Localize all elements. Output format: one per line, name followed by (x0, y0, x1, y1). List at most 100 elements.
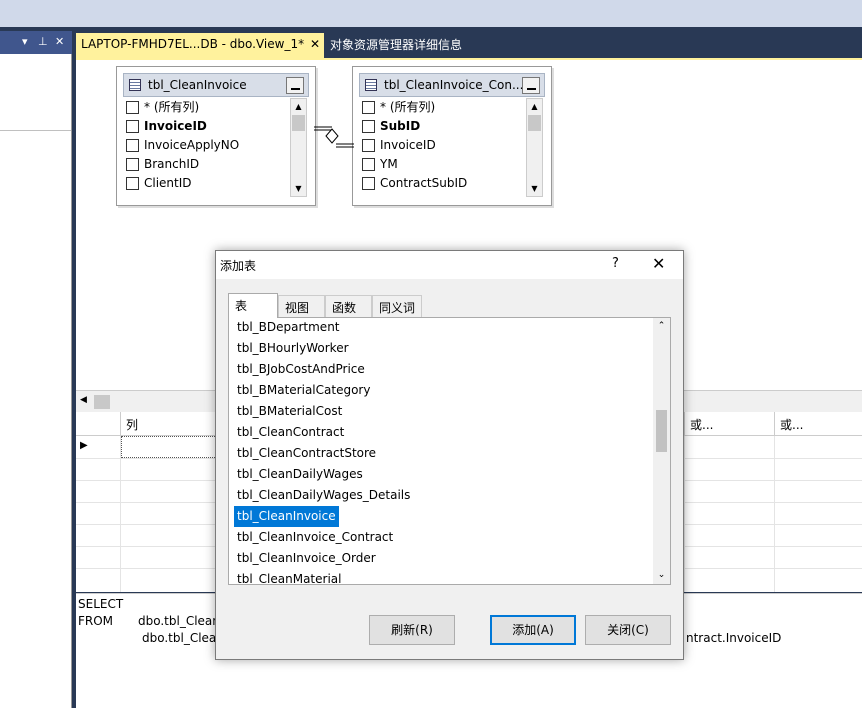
table-list-item[interactable]: tbl_CleanContract (234, 422, 347, 443)
column-header-or-1[interactable]: 或... (684, 412, 774, 436)
refresh-button[interactable]: 刷新(R) (369, 615, 455, 645)
sql-from-table: dbo.tbl_Clean (138, 614, 220, 628)
column-label: ContractSubID (380, 176, 468, 190)
tab-view-designer-label: LAPTOP-FMHD7EL...DB - dbo.View_1* (81, 37, 305, 51)
table-list[interactable]: tbl_BDepartment tbl_BHourlyWorker tbl_BJob… (228, 317, 671, 585)
join-relationship-icon[interactable] (314, 122, 356, 152)
scroll-left-icon[interactable]: ◀ (80, 395, 87, 405)
dialog-titlebar[interactable]: 添加表 ? ✕ (216, 251, 683, 279)
minimize-icon[interactable] (286, 77, 304, 94)
column-row[interactable]: BranchID (125, 155, 285, 174)
column-row[interactable]: InvoiceApplyNO (125, 136, 285, 155)
sql-join-table: dbo.tbl_Clea (142, 631, 217, 645)
column-row[interactable]: ContractSubID (361, 174, 521, 193)
close-icon[interactable]: ✕ (652, 254, 665, 273)
panel-close-icon[interactable]: ✕ (55, 35, 64, 48)
table-list-item[interactable]: tbl_CleanContractStore (234, 443, 379, 464)
column-row[interactable]: InvoiceID (125, 117, 285, 136)
table-list-item[interactable]: tbl_CleanMaterial (234, 569, 344, 583)
column-row[interactable]: * (所有列) (361, 98, 521, 117)
close-tab-icon[interactable]: ✕ (310, 37, 320, 51)
column-checkbox[interactable] (126, 101, 139, 114)
column-checkbox[interactable] (362, 120, 375, 133)
menu-bar-area (0, 0, 862, 27)
table-list-item[interactable]: tbl_CleanInvoice_Contract (234, 527, 396, 548)
scroll-thumb[interactable] (656, 410, 667, 452)
left-panel-header: ▾ ⊥ ✕ (0, 31, 72, 54)
table-box-scrollbar[interactable]: ▲ ▼ (526, 98, 543, 197)
panel-dropdown-icon[interactable]: ▾ (22, 35, 28, 48)
column-label: * (所有列) (380, 100, 436, 114)
scroll-thumb[interactable] (94, 395, 110, 409)
sql-from-keyword: FROM (78, 614, 114, 628)
table-list-item[interactable]: tbl_CleanDailyWages (234, 464, 366, 485)
table-icon (365, 79, 377, 91)
table-box-title: tbl_CleanInvoice_Con... (384, 78, 524, 92)
column-row[interactable]: YM (361, 155, 521, 174)
grid-col-divider (120, 436, 121, 592)
table-list-item[interactable]: tbl_BMaterialCost (234, 401, 345, 422)
column-row[interactable]: SubID (361, 117, 521, 136)
tab-synonyms[interactable]: 同义词 (372, 295, 422, 317)
column-label: BranchID (144, 157, 200, 171)
tab-view-designer[interactable]: LAPTOP-FMHD7EL...DB - dbo.View_1* ✕ (76, 33, 324, 58)
panel-divider (0, 130, 71, 131)
table-list-item[interactable]: tbl_BMaterialCategory (234, 380, 373, 401)
column-header-or-2[interactable]: 或... (774, 412, 862, 436)
minimize-icon[interactable] (522, 77, 540, 94)
pin-icon[interactable]: ⊥ (38, 35, 48, 48)
column-checkbox[interactable] (362, 177, 375, 190)
scroll-down-icon[interactable]: ▼ (291, 181, 306, 196)
table-list-item[interactable]: tbl_CleanInvoice_Order (234, 548, 379, 569)
column-checkbox[interactable] (126, 139, 139, 152)
sql-join-condition: ntract.InvoiceID (686, 631, 782, 645)
add-table-dialog[interactable]: 添加表 ? ✕ 表 视图 函数 同义词 tbl_BDepartment tbl_B… (215, 250, 684, 660)
sql-select-keyword: SELECT (78, 597, 124, 611)
tab-tables[interactable]: 表 (228, 293, 278, 318)
column-label: * (所有列) (144, 100, 200, 114)
scroll-up-icon[interactable]: ▲ (527, 99, 542, 114)
table-list-item[interactable]: tbl_CleanDailyWages_Details (234, 485, 413, 506)
scroll-up-icon[interactable]: ⌃ (653, 318, 670, 335)
column-checkbox[interactable] (126, 177, 139, 190)
column-row[interactable]: InvoiceID (361, 136, 521, 155)
scroll-down-icon[interactable]: ⌄ (653, 567, 670, 584)
column-checkbox[interactable] (126, 158, 139, 171)
close-button[interactable]: 关闭(C) (585, 615, 671, 645)
table-list-item[interactable]: tbl_BJobCostAndPrice (234, 359, 368, 380)
column-row[interactable]: ClientID (125, 174, 285, 193)
column-label: InvoiceApplyNO (144, 138, 240, 152)
column-checkbox[interactable] (126, 120, 139, 133)
table-list-item[interactable]: tbl_BDepartment (234, 317, 343, 338)
list-scrollbar[interactable]: ⌃ ⌄ (653, 318, 670, 584)
column-checkbox[interactable] (362, 139, 375, 152)
table-icon (129, 79, 141, 91)
scroll-down-icon[interactable]: ▼ (527, 181, 542, 196)
scroll-up-icon[interactable]: ▲ (291, 99, 306, 114)
current-row-arrow-icon: ▶ (80, 440, 88, 451)
tab-object-explorer-details[interactable]: 对象资源管理器详细信息 (330, 36, 462, 53)
tab-views[interactable]: 视图 (278, 295, 325, 317)
table-box-header[interactable]: tbl_CleanInvoice (123, 73, 309, 97)
table-list-item[interactable]: tbl_CleanInvoice (234, 506, 339, 527)
scroll-thumb[interactable] (292, 115, 305, 131)
scroll-thumb[interactable] (528, 115, 541, 131)
column-row[interactable]: * (所有列) (125, 98, 285, 117)
table-list-item[interactable]: tbl_BHourlyWorker (234, 338, 352, 359)
table-box-scrollbar[interactable]: ▲ ▼ (290, 98, 307, 197)
column-label: ClientID (144, 176, 192, 190)
grid-col-divider (684, 436, 685, 592)
grid-current-cell[interactable] (121, 436, 217, 458)
table-box-title: tbl_CleanInvoice (148, 78, 247, 92)
grid-col-divider (774, 436, 775, 592)
column-checkbox[interactable] (362, 158, 375, 171)
table-box-clean-invoice-contract[interactable]: tbl_CleanInvoice_Con... * (所有列) SubID Invo… (352, 66, 552, 206)
table-box-clean-invoice[interactable]: tbl_CleanInvoice * (所有列) InvoiceID Invoice… (116, 66, 316, 206)
tab-functions[interactable]: 函数 (325, 295, 372, 317)
column-label: YM (380, 157, 398, 171)
add-button[interactable]: 添加(A) (490, 615, 576, 645)
table-box-header[interactable]: tbl_CleanInvoice_Con... (359, 73, 545, 97)
help-icon[interactable]: ? (612, 256, 619, 271)
column-checkbox[interactable] (362, 101, 375, 114)
column-label: InvoiceID (380, 138, 436, 152)
